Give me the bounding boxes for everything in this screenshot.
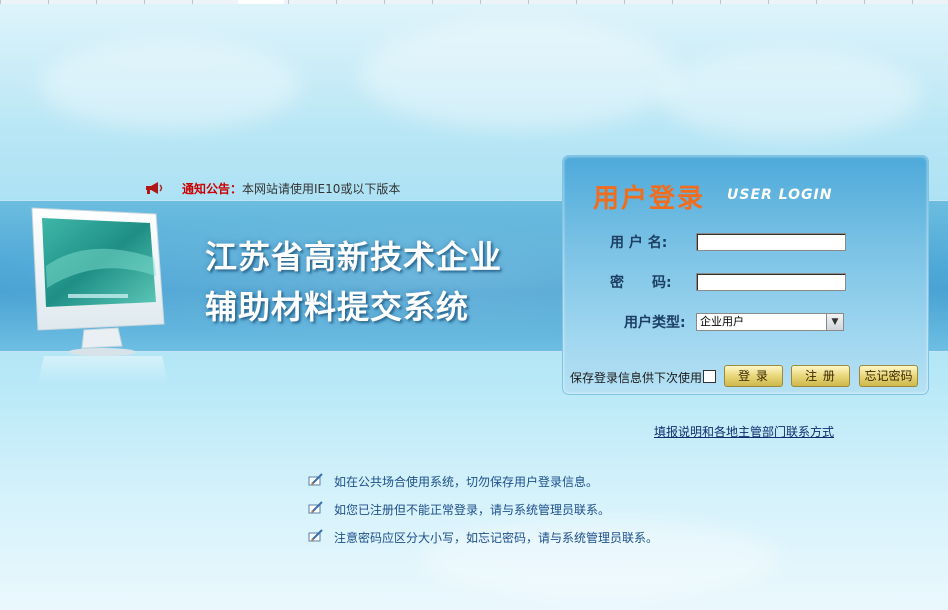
contact-info-link[interactable]: 填报说明和各地主管部门联系方式: [654, 423, 834, 440]
login-title: 用户登录: [593, 184, 706, 214]
register-button[interactable]: 注 册: [791, 365, 850, 387]
system-title-line1: 江苏省高新技术企业: [205, 238, 503, 276]
pencil-note-icon: [308, 500, 324, 514]
notice-text: 本网站请使用IE10或以下版本: [242, 182, 401, 196]
system-title-line2: 辅助材料提交系统: [205, 288, 470, 326]
notice-label: 通知公告：: [182, 182, 243, 196]
tip-text: 如在公共场合使用系统，切勿保存用户登录信息。: [334, 475, 599, 489]
login-button[interactable]: 登 录: [724, 365, 783, 387]
chevron-down-icon[interactable]: ▼: [826, 314, 843, 330]
megaphone-icon: [144, 181, 166, 198]
pencil-note-icon: [308, 472, 324, 486]
tip-text: 注意密码应区分大小写，如忘记密码，请与系统管理员联系。: [334, 531, 659, 545]
background-cloud: [40, 40, 300, 130]
notice-bar: 通知公告：本网站请使用IE10或以下版本: [144, 180, 400, 198]
username-label: 用 户 名:: [610, 235, 668, 251]
user-type-value: 企业用户: [700, 315, 744, 328]
tip-text: 如您已注册但不能正常登录，请与系统管理员联系。: [334, 503, 611, 517]
remember-checkbox[interactable]: [703, 370, 717, 383]
password-input[interactable]: [696, 273, 846, 291]
background-cloud: [360, 20, 680, 130]
forgot-password-button[interactable]: 忘记密码: [859, 365, 918, 387]
browser-top-strip: [0, 0, 948, 4]
password-label: 密 码:: [610, 275, 672, 291]
remember-label: 保存登录信息供下次使用: [570, 371, 703, 385]
login-panel: 用户登录 USER LOGIN 用 户 名: 密 码: 用户类型: 企业用户 ▼…: [562, 155, 929, 395]
user-type-label: 用户类型:: [624, 315, 686, 331]
remember-row: 保存登录信息供下次使用: [570, 369, 717, 386]
login-subtitle: USER LOGIN: [727, 187, 833, 203]
username-input[interactable]: [696, 233, 846, 251]
top-strip-gap: [238, 0, 284, 4]
computer-monitor-icon: [28, 206, 176, 386]
user-type-select[interactable]: 企业用户 ▼: [696, 313, 844, 331]
background-cloud: [660, 50, 920, 140]
pencil-note-icon: [308, 528, 324, 542]
